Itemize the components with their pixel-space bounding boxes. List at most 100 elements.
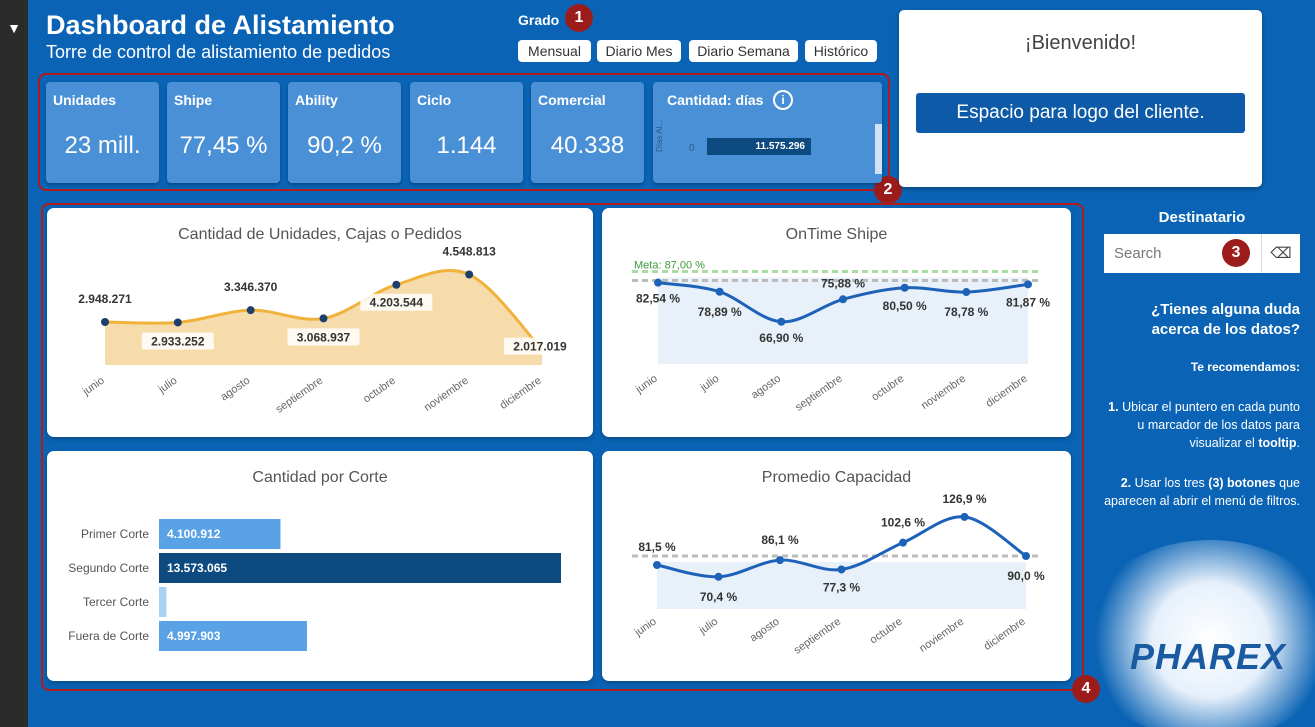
x-tick-label: diciembre <box>984 373 1030 410</box>
kpi-shipe: Shipe 77,45 % <box>167 82 280 183</box>
bar-category-label: Segundo Corte <box>68 561 149 575</box>
data-label: 4.203.544 <box>370 296 424 310</box>
kpi-label: Ciclo <box>417 92 452 108</box>
x-tick-label: octubre <box>869 373 906 404</box>
kpi-value: 23 mill. <box>64 132 141 159</box>
data-point <box>392 280 401 289</box>
data-point <box>837 565 846 574</box>
data-label: 81,87 % <box>1006 295 1050 309</box>
x-tick-label: junio <box>632 616 659 640</box>
left-rail: ▼ <box>0 0 28 727</box>
client-logo-placeholder: Espacio para logo del cliente. <box>916 93 1245 133</box>
brand-logo: PHAREX <box>1130 636 1287 677</box>
x-tick-label: octubre <box>361 375 398 406</box>
kpi-value: 77,45 % <box>179 132 268 159</box>
bar-category-label: Tercer Corte <box>83 595 149 609</box>
x-tick-label: julio <box>698 373 722 395</box>
kpi-label: Comercial <box>538 92 606 108</box>
x-tick-label: diciembre <box>982 616 1028 653</box>
data-label: 3.068.937 <box>297 330 351 344</box>
target-label: Meta: 87,00 % <box>634 260 705 272</box>
line-chart[interactable]: 81,5 % 70,4 % 86,1 % 77,3 % 102,6 % 126,9 % 90… <box>602 451 1071 681</box>
data-point <box>246 306 255 315</box>
page-title: Dashboard de Alistamiento <box>46 10 395 40</box>
data-point <box>900 283 909 292</box>
bar-value-label: 4.100.912 <box>167 527 221 541</box>
button-diario-semana[interactable]: Diario Semana <box>689 40 798 62</box>
faq-text: ¿Tienes alguna duda acerca de los datos? <box>1151 301 1300 338</box>
data-point <box>173 318 182 327</box>
welcome-title: ¡Bienvenido! <box>1024 32 1137 54</box>
x-tick-label: septiembre <box>792 616 843 657</box>
days-bar[interactable]: 11.575.296 <box>707 138 811 155</box>
data-label: 102,6 % <box>881 516 925 530</box>
tip-bold: (3) botones <box>1208 476 1276 490</box>
data-point <box>899 538 907 547</box>
data-point <box>101 318 109 327</box>
x-tick-label: julio <box>696 616 720 638</box>
welcome-card: ¡Bienvenido! Espacio para logo del clien… <box>899 10 1262 187</box>
eraser-icon[interactable]: ⌫ <box>1261 234 1300 273</box>
days-axis-label: Días Al... <box>655 119 664 152</box>
data-point <box>654 278 662 287</box>
data-label: 78,78 % <box>944 305 988 319</box>
scrollbar[interactable] <box>875 124 882 174</box>
button-historico[interactable]: Histórico <box>805 40 877 62</box>
kpi-value: 90,2 % <box>307 132 382 159</box>
data-point <box>465 270 474 279</box>
tip-number: 2. <box>1120 476 1132 490</box>
kpi-label: Cantidad: días <box>667 92 764 108</box>
data-label: 2.017.019 <box>513 340 567 354</box>
kpi-ability: Ability 90,2 % <box>288 82 401 183</box>
line-chart[interactable]: Meta: 87,00 % 82,54 % 78,89 % 66,90 % 75,88 … <box>602 208 1071 437</box>
data-label: 66,90 % <box>759 331 803 345</box>
info-icon[interactable]: i <box>773 90 793 110</box>
data-point <box>714 572 723 581</box>
area-chart[interactable]: 2.948.271 2.933.252 3.346.370 3.068.937 4.20… <box>47 208 593 437</box>
kpi-comercial: Comercial 40.338 <box>531 82 644 183</box>
x-tick-label: diciembre <box>498 375 544 412</box>
x-tick-label: noviembre <box>917 616 966 655</box>
marker-1: 1 <box>565 4 593 32</box>
x-tick-label: septiembre <box>274 375 325 416</box>
data-point <box>319 314 328 323</box>
tip-bold: tooltip <box>1258 436 1297 450</box>
kpi-dias: Cantidad: días i Días Al... 0 11.575.296 <box>653 82 882 183</box>
tip-text: Usar los tres <box>1134 476 1205 490</box>
bar-value-label: 4.997.903 <box>167 629 221 643</box>
data-label: 2.933.252 <box>151 334 205 348</box>
data-label: 70,4 % <box>700 590 738 604</box>
kpi-value: 1.144 <box>436 132 497 159</box>
data-label: 82,54 % <box>636 292 680 306</box>
data-point <box>960 512 969 521</box>
x-tick-label: noviembre <box>422 375 471 414</box>
data-label: 86,1 % <box>761 533 799 547</box>
kpi-label: Unidades <box>53 92 117 108</box>
button-mensual[interactable]: Mensual <box>518 40 591 62</box>
destinatario-label: Destinatario <box>1158 209 1246 226</box>
data-label: 75,88 % <box>821 276 865 290</box>
x-tick-label: julio <box>156 375 180 397</box>
data-point <box>1024 280 1032 289</box>
data-label: 2.948.271 <box>78 292 132 306</box>
bar <box>159 587 167 617</box>
tip-number: 1. <box>1108 400 1119 414</box>
marker-3: 3 <box>1222 239 1250 267</box>
x-tick-label: agosto <box>749 373 783 402</box>
button-diario-mes[interactable]: Diario Mes <box>597 40 681 62</box>
x-tick-label: junio <box>80 375 107 399</box>
bar-chart[interactable]: Primer Corte 4.100.912 Segundo Corte 13.573… <box>47 451 593 681</box>
data-point <box>777 317 786 326</box>
chart-unidades: Cantidad de Unidades, Cajas o Pedidos 2.… <box>47 208 593 437</box>
data-point <box>776 556 784 565</box>
filter-icon[interactable]: ▼ <box>4 18 24 38</box>
tip-1: 1. Ubicar el puntero en cada punto u mar… <box>1108 400 1300 450</box>
bar-value-label: 13.573.065 <box>167 561 227 575</box>
x-tick-label: agosto <box>218 375 252 404</box>
data-point <box>962 288 971 297</box>
data-point <box>653 561 661 570</box>
data-label: 90,0 % <box>1007 569 1045 583</box>
x-tick-label: septiembre <box>793 373 844 414</box>
data-point <box>715 287 724 296</box>
data-label: 126,9 % <box>942 492 986 506</box>
